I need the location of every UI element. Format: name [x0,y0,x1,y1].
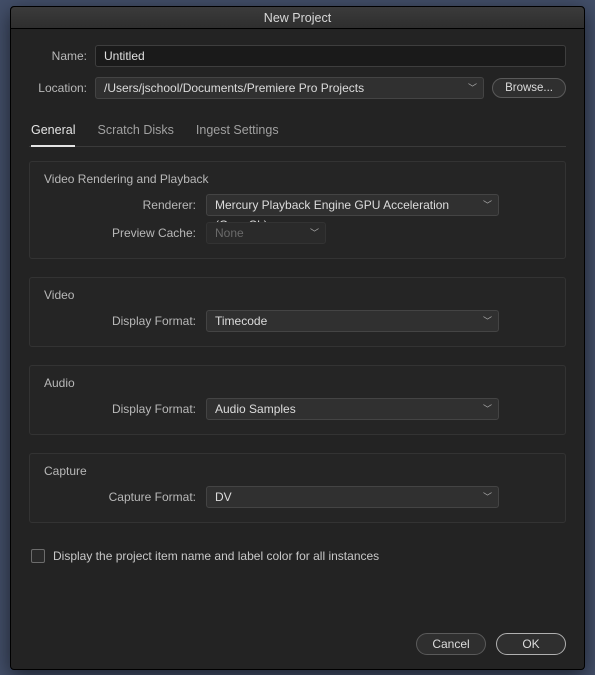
section-title: Audio [44,376,551,390]
capture-format-value: DV [215,490,232,504]
capture-format-dropdown[interactable]: DV ﹀ [206,486,499,508]
dialog-footer: Cancel OK [11,633,584,669]
tab-scratch-disks[interactable]: Scratch Disks [97,117,173,146]
tab-ingest-settings[interactable]: Ingest Settings [196,117,279,146]
video-display-format-value: Timecode [215,314,267,328]
chevron-down-icon: ﹀ [310,223,319,243]
audio-display-format-label: Display Format: [44,402,196,416]
chevron-down-icon: ﹀ [483,311,492,331]
chevron-down-icon: ﹀ [468,78,477,98]
cancel-button[interactable]: Cancel [416,633,486,655]
renderer-label: Renderer: [44,198,196,212]
name-label: Name: [29,49,87,63]
section-audio: Audio Display Format: Audio Samples ﹀ [29,365,566,435]
tab-general[interactable]: General [31,117,75,147]
location-row: Location: /Users/jschool/Documents/Premi… [29,77,566,99]
section-video-rendering: Video Rendering and Playback Renderer: M… [29,161,566,259]
renderer-dropdown[interactable]: Mercury Playback Engine GPU Acceleration… [206,194,499,216]
location-dropdown[interactable]: /Users/jschool/Documents/Premiere Pro Pr… [95,77,484,99]
video-display-format-label: Display Format: [44,314,196,328]
display-item-name-row[interactable]: Display the project item name and label … [29,549,566,563]
section-capture: Capture Capture Format: DV ﹀ [29,453,566,523]
chevron-down-icon: ﹀ [483,487,492,507]
chevron-down-icon: ﹀ [483,399,492,419]
dialog-content: Name: Location: /Users/jschool/Documents… [11,29,584,633]
section-title: Capture [44,464,551,478]
section-video: Video Display Format: Timecode ﹀ [29,277,566,347]
preview-cache-value: None [215,226,244,240]
audio-display-format-value: Audio Samples [215,402,296,416]
location-label: Location: [29,81,87,95]
browse-button[interactable]: Browse... [492,78,566,98]
audio-display-format-dropdown[interactable]: Audio Samples ﹀ [206,398,499,420]
name-input[interactable] [95,45,566,67]
preview-cache-label: Preview Cache: [44,226,196,240]
preview-cache-dropdown: None ﹀ [206,222,326,244]
dialog-title: New Project [11,7,584,29]
name-row: Name: [29,45,566,67]
section-title: Video Rendering and Playback [44,172,551,186]
spacer [29,573,566,623]
tab-bar: General Scratch Disks Ingest Settings [29,117,566,147]
video-display-format-dropdown[interactable]: Timecode ﹀ [206,310,499,332]
display-item-label: Display the project item name and label … [53,549,379,563]
new-project-dialog: New Project Name: Location: /Users/jscho… [10,6,585,670]
display-item-checkbox[interactable] [31,549,45,563]
chevron-down-icon: ﹀ [483,195,492,215]
ok-button[interactable]: OK [496,633,566,655]
location-value: /Users/jschool/Documents/Premiere Pro Pr… [104,81,364,95]
section-title: Video [44,288,551,302]
capture-format-label: Capture Format: [44,490,196,504]
